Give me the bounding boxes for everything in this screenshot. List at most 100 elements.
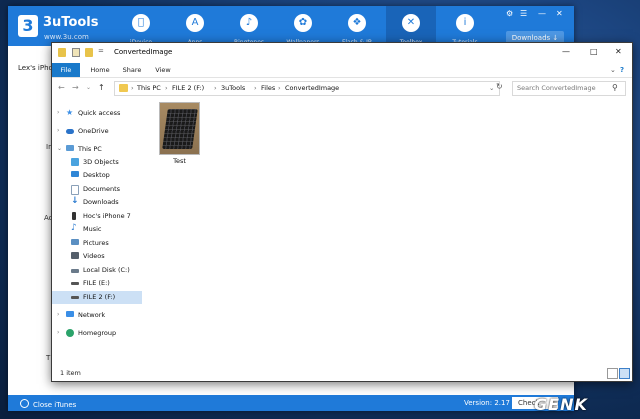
chevron-right-icon: › — [254, 84, 257, 92]
download-arrow-icon: ↓ — [552, 34, 559, 42]
music-icon: ♪ — [71, 223, 77, 233]
breadcrumb-3utools[interactable]: 3uTools — [221, 84, 245, 92]
breadcrumb-this-pc[interactable]: This PC — [137, 84, 161, 92]
close-itunes-label: Close iTunes — [33, 401, 77, 409]
nav-tutorials[interactable]: i Tutorials — [440, 6, 490, 46]
minimize-icon[interactable]: — — [538, 9, 546, 18]
new-folder-icon[interactable] — [85, 48, 93, 57]
chevron-right-icon[interactable]: › — [57, 329, 59, 336]
nav-music[interactable]: ♪ Music — [52, 223, 142, 236]
image-thumbnail — [159, 102, 200, 155]
nav-apps[interactable]: A Apps — [170, 6, 220, 46]
tutools-footer: Close iTunes Version: 2.17 Check — [8, 395, 574, 411]
large-icons-view-icon[interactable] — [619, 368, 630, 379]
computer-icon — [66, 145, 74, 151]
tutools-logo-icon: 3 — [18, 15, 38, 37]
chevron-right-icon: › — [214, 84, 217, 92]
status-bar: 1 item — [52, 365, 632, 381]
tab-home[interactable]: Home — [86, 63, 114, 77]
up-icon[interactable]: ↑ — [98, 83, 105, 92]
nav-pictures[interactable]: Pictures — [52, 237, 142, 250]
nav-videos[interactable]: Videos — [52, 250, 142, 263]
nav-3d-objects[interactable]: 3D Objects — [52, 156, 142, 169]
appstore-icon: A — [186, 14, 204, 32]
minimize-icon[interactable]: — — [562, 47, 570, 56]
network-icon — [66, 311, 74, 317]
nav-label: Network — [78, 311, 106, 319]
nav-desktop[interactable]: Desktop — [52, 169, 142, 182]
nav-quick-access[interactable]: › ★ Quick access — [52, 107, 142, 120]
tab-file[interactable]: File — [52, 63, 80, 77]
desktop-icon — [71, 171, 79, 177]
tutools-header: 3 3uTools www.3u.com  iDevice A Apps ♪ … — [8, 6, 574, 46]
address-bar[interactable]: › This PC › FILE 2 (F:) › 3uTools › File… — [114, 81, 500, 96]
nav-network[interactable]: › Network — [52, 309, 142, 322]
chevron-right-icon: › — [131, 84, 134, 92]
nav-onedrive[interactable]: › OneDrive — [52, 125, 142, 138]
chevron-right-icon: › — [278, 84, 281, 92]
close-icon[interactable]: ✕ — [615, 47, 622, 56]
file-item[interactable]: Test — [152, 101, 207, 167]
folder-icon — [58, 48, 66, 57]
tab-view[interactable]: View — [150, 63, 176, 77]
star-icon: ★ — [66, 108, 74, 117]
nav-file2-f[interactable]: FILE 2 (F:) — [52, 291, 142, 304]
close-itunes-button[interactable]: Close iTunes — [20, 399, 76, 409]
nav-ringtones[interactable]: ♪ Ringtones — [224, 6, 274, 46]
device-info-fragment: T — [46, 354, 51, 362]
breadcrumb-convertedimage[interactable]: ConvertedImage — [285, 84, 339, 92]
search-input[interactable]: Search ConvertedImage ⚲ — [512, 81, 626, 96]
cube-icon — [71, 158, 79, 166]
phone-icon — [72, 212, 76, 220]
nav-label: Homegroup — [78, 329, 117, 337]
forward-icon[interactable]: → — [72, 83, 79, 92]
expand-ribbon-icon[interactable]: ⌄ — [610, 66, 616, 74]
nav-label: Desktop — [83, 171, 110, 179]
cloud-icon — [66, 129, 74, 134]
chevron-down-icon[interactable]: ⌄ — [489, 84, 494, 92]
nav-label: 3D Objects — [83, 158, 119, 166]
document-icon — [71, 185, 79, 195]
file-name: Test — [173, 157, 186, 165]
recent-locations-icon[interactable]: ⌄ — [86, 84, 91, 91]
nav-wallpapers[interactable]: ✿ Wallpapers — [278, 6, 328, 46]
chevron-right-icon[interactable]: › — [57, 127, 59, 134]
chevron-right-icon: › — [165, 84, 168, 92]
close-icon[interactable]: ✕ — [556, 9, 563, 18]
help-icon[interactable]: ? — [620, 66, 624, 74]
chevron-right-icon[interactable]: › — [57, 109, 59, 116]
chevron-down-icon[interactable]: ⌄ — [57, 145, 62, 152]
tab-share[interactable]: Share — [118, 63, 146, 77]
customize-qat-icon[interactable]: = — [98, 47, 104, 55]
breadcrumb-file2[interactable]: FILE 2 (F:) — [172, 84, 204, 92]
settings-icon[interactable]: ⚙ — [506, 9, 513, 18]
nav-downloads[interactable]: ↓ Downloads — [52, 196, 142, 209]
nav-documents[interactable]: Documents — [52, 183, 142, 196]
nav-label: FILE 2 (F:) — [83, 293, 116, 301]
properties-icon[interactable] — [72, 48, 80, 57]
maximize-icon[interactable]: □ — [590, 47, 598, 56]
nav-label: This PC — [78, 145, 102, 153]
nav-label: Videos — [83, 252, 105, 260]
address-row: ← → ⌄ ↑ › This PC › FILE 2 (F:) › 3uTool… — [52, 79, 632, 97]
nav-toolbox[interactable]: ✕ Toolbox — [386, 6, 436, 46]
nav-iphone[interactable]: Hoc's iPhone 7 — [52, 210, 142, 223]
chevron-right-icon[interactable]: › — [57, 311, 59, 318]
nav-local-disk-c[interactable]: Local Disk (C:) — [52, 264, 142, 277]
nav-label: Hoc's iPhone 7 — [83, 212, 131, 220]
explorer-window: = ConvertedImage — □ ✕ File Home Share V… — [51, 42, 633, 382]
navigation-pane: › ★ Quick access › OneDrive ⌄ This PC 3D… — [52, 99, 142, 365]
nav-flash-jb[interactable]: ❖ Flash & JB — [332, 6, 382, 46]
tutools-url: www.3u.com — [44, 33, 89, 41]
search-placeholder: Search ConvertedImage — [517, 84, 596, 92]
watermark-logo: GENK — [534, 395, 588, 414]
refresh-icon[interactable]: ↻ — [496, 82, 503, 91]
breadcrumb-files[interactable]: Files — [261, 84, 275, 92]
nav-idevice[interactable]:  iDevice — [116, 6, 166, 46]
details-view-icon[interactable] — [607, 368, 618, 379]
nav-homegroup[interactable]: › Homegroup — [52, 327, 142, 340]
list-icon[interactable]: ☰ — [520, 9, 527, 18]
nav-this-pc[interactable]: ⌄ This PC — [52, 143, 142, 156]
back-icon[interactable]: ← — [58, 83, 65, 92]
nav-file-e[interactable]: FILE (E:) — [52, 277, 142, 290]
